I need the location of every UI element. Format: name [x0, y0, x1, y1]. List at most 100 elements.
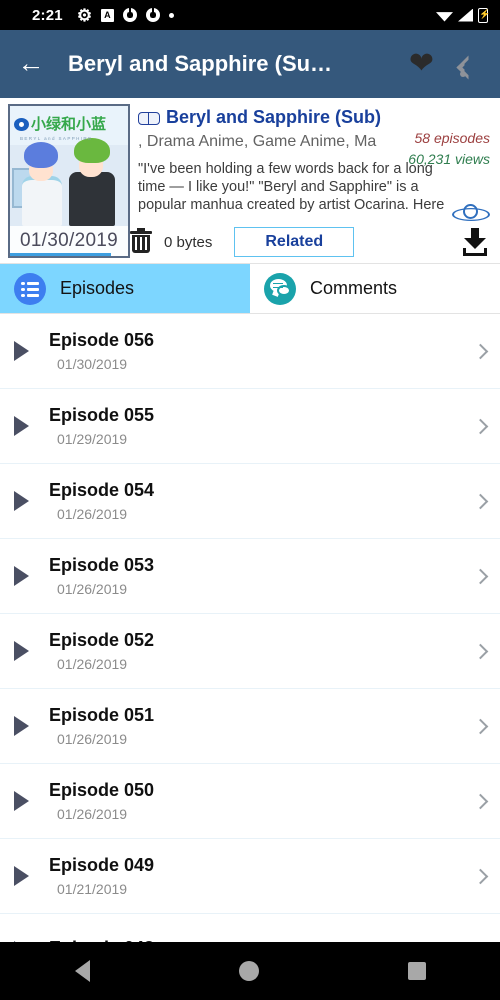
episode-title: Episode 051 — [49, 705, 155, 725]
triangle-back-icon[interactable] — [74, 960, 90, 982]
series-details: Beryl and Sapphire (Sub) , Drama Anime, … — [130, 104, 492, 259]
trash-icon[interactable] — [130, 228, 152, 254]
episode-date: 01/26/2019 — [57, 731, 128, 747]
episode-info: Episode 052 01/26/2019 — [49, 630, 475, 672]
list-item[interactable]: Episode 052 01/26/2019 — [0, 614, 500, 689]
episode-date: 01/29/2019 — [57, 431, 128, 447]
storage-size: 0 bytes — [164, 233, 213, 251]
list-item[interactable]: Episode 051 01/26/2019 — [0, 689, 500, 764]
series-info-card: 小绿和小蓝 BERYL and SAPPHIRE 01/30/2019 Bery… — [0, 98, 500, 264]
list-item[interactable]: Episode 054 01/26/2019 — [0, 464, 500, 539]
tab-comments-label: Comments — [310, 278, 398, 298]
episode-info: Episode 055 01/29/2019 — [49, 405, 475, 447]
tab-episodes-label: Episodes — [60, 278, 135, 298]
character-green — [66, 138, 120, 226]
episode-date: 01/26/2019 — [57, 656, 128, 672]
series-title[interactable]: Beryl and Sapphire (Sub) — [166, 107, 492, 128]
chevron-right-icon — [472, 643, 489, 659]
chrome-icon — [122, 8, 137, 22]
view-count: 60,231 views — [408, 151, 490, 167]
play-icon — [14, 641, 29, 661]
logo-text-cn: 小绿和小蓝 — [31, 115, 107, 133]
list-item[interactable]: Episode 056 01/30/2019 — [0, 314, 500, 389]
chevron-right-icon — [472, 568, 489, 584]
rss-icon[interactable] — [456, 50, 486, 80]
page-title: Beryl and Sapphire (Su… — [68, 51, 333, 76]
episode-title: Episode 053 — [49, 555, 155, 575]
episode-title: Episode 054 — [49, 480, 155, 500]
status-bar-clock: 2:21 — [32, 6, 63, 24]
play-icon — [14, 791, 29, 811]
series-genres: , Drama Anime, Game Anime, Ma — [138, 133, 377, 150]
status-bar-system-icons — [436, 7, 492, 23]
play-icon — [14, 341, 29, 361]
episode-title: Episode 056 — [49, 330, 155, 350]
play-icon — [14, 566, 29, 586]
back-button[interactable]: ← — [14, 47, 48, 81]
signal-icon — [458, 8, 473, 22]
episode-date: 01/30/2019 — [57, 356, 128, 372]
chevron-right-icon — [472, 418, 489, 434]
play-icon — [14, 416, 29, 436]
episode-date: 01/26/2019 — [57, 581, 128, 597]
thumbnail-progress-bar — [10, 253, 112, 256]
list-icon — [14, 272, 46, 305]
tab-comments[interactable]: Comments — [250, 264, 500, 313]
play-icon — [14, 866, 29, 886]
heart-icon[interactable]: ❤ — [409, 49, 434, 79]
chevron-right-icon — [472, 868, 489, 884]
card-action-row: 0 bytes Related — [130, 225, 492, 259]
chevron-right-icon — [472, 793, 489, 809]
episode-count: 58 episodes — [414, 130, 490, 146]
dot-icon — [168, 12, 174, 18]
chevron-right-icon — [472, 493, 489, 509]
episode-info: Episode 049 01/21/2019 — [49, 855, 475, 897]
app-toolbar: ← Beryl and Sapphire (Su… ❤ — [0, 30, 500, 98]
logo-text-en: BERYL and SAPPHIRE — [20, 136, 93, 141]
circle-home-icon[interactable] — [238, 961, 259, 981]
episode-title: Episode 049 — [49, 855, 155, 875]
download-icon[interactable] — [460, 228, 490, 256]
a-box-icon: A — [100, 8, 114, 22]
system-navigation-bar — [0, 942, 500, 1000]
gear-icon — [77, 8, 92, 23]
book-icon — [138, 110, 160, 125]
episode-info: Episode 051 01/26/2019 — [49, 705, 475, 747]
episode-title: Episode 052 — [49, 630, 155, 650]
list-item[interactable]: Episode 050 01/26/2019 — [0, 764, 500, 839]
episode-info: Episode 054 01/26/2019 — [49, 480, 475, 522]
wifi-icon — [436, 12, 453, 22]
episode-list[interactable]: Episode 056 01/30/2019 Episode 055 01/29… — [0, 314, 500, 946]
chevron-right-icon — [472, 343, 489, 359]
episode-date: 01/21/2019 — [57, 881, 128, 897]
list-item[interactable]: Episode 055 01/29/2019 — [0, 389, 500, 464]
episode-date: 01/26/2019 — [57, 806, 128, 822]
status-bar: 2:21 A — [0, 0, 500, 30]
episode-info: Episode 053 01/26/2019 — [49, 555, 475, 597]
tab-episodes[interactable]: Episodes — [0, 264, 250, 313]
series-thumbnail[interactable]: 小绿和小蓝 BERYL and SAPPHIRE 01/30/2019 — [8, 104, 130, 258]
episode-title: Episode 050 — [49, 780, 155, 800]
chrome-icon — [145, 8, 160, 22]
character-blue — [18, 142, 66, 226]
episode-date: 01/26/2019 — [57, 506, 128, 522]
list-item[interactable]: Episode 049 01/21/2019 — [0, 839, 500, 914]
battery-charging-icon — [478, 7, 488, 23]
play-icon — [14, 491, 29, 511]
chevron-right-icon — [472, 718, 489, 734]
list-item[interactable]: Episode 053 01/26/2019 — [0, 539, 500, 614]
episode-info: Episode 056 01/30/2019 — [49, 330, 475, 372]
series-meta: 58 episodes 60,231 views — [408, 128, 490, 170]
toolbar-actions: ❤ — [409, 49, 486, 80]
thumbnail-date: 01/30/2019 — [10, 226, 128, 256]
play-icon — [14, 716, 29, 736]
series-title-row: Beryl and Sapphire (Sub) — [138, 104, 492, 130]
episode-info: Episode 050 01/26/2019 — [49, 780, 475, 822]
eye-icon[interactable] — [452, 199, 490, 225]
status-bar-notification-icons: A — [77, 8, 174, 23]
episode-title: Episode 055 — [49, 405, 155, 425]
related-button[interactable]: Related — [234, 227, 355, 257]
square-recents-icon[interactable] — [407, 962, 426, 980]
chat-bubble-icon — [264, 272, 296, 305]
content-tabs: Episodes Comments — [0, 264, 500, 314]
